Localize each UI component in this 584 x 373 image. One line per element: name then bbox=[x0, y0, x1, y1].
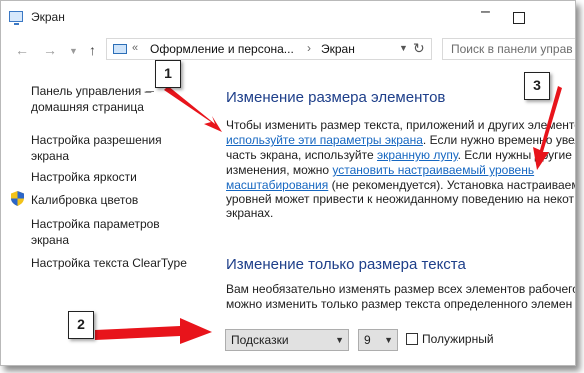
annotation-marker-1: 1 bbox=[155, 60, 181, 88]
arrow-2 bbox=[95, 318, 212, 344]
annotation-marker-3: 3 bbox=[524, 72, 550, 100]
annotation-marker-2: 2 bbox=[68, 311, 94, 339]
arrow-1 bbox=[164, 86, 222, 132]
